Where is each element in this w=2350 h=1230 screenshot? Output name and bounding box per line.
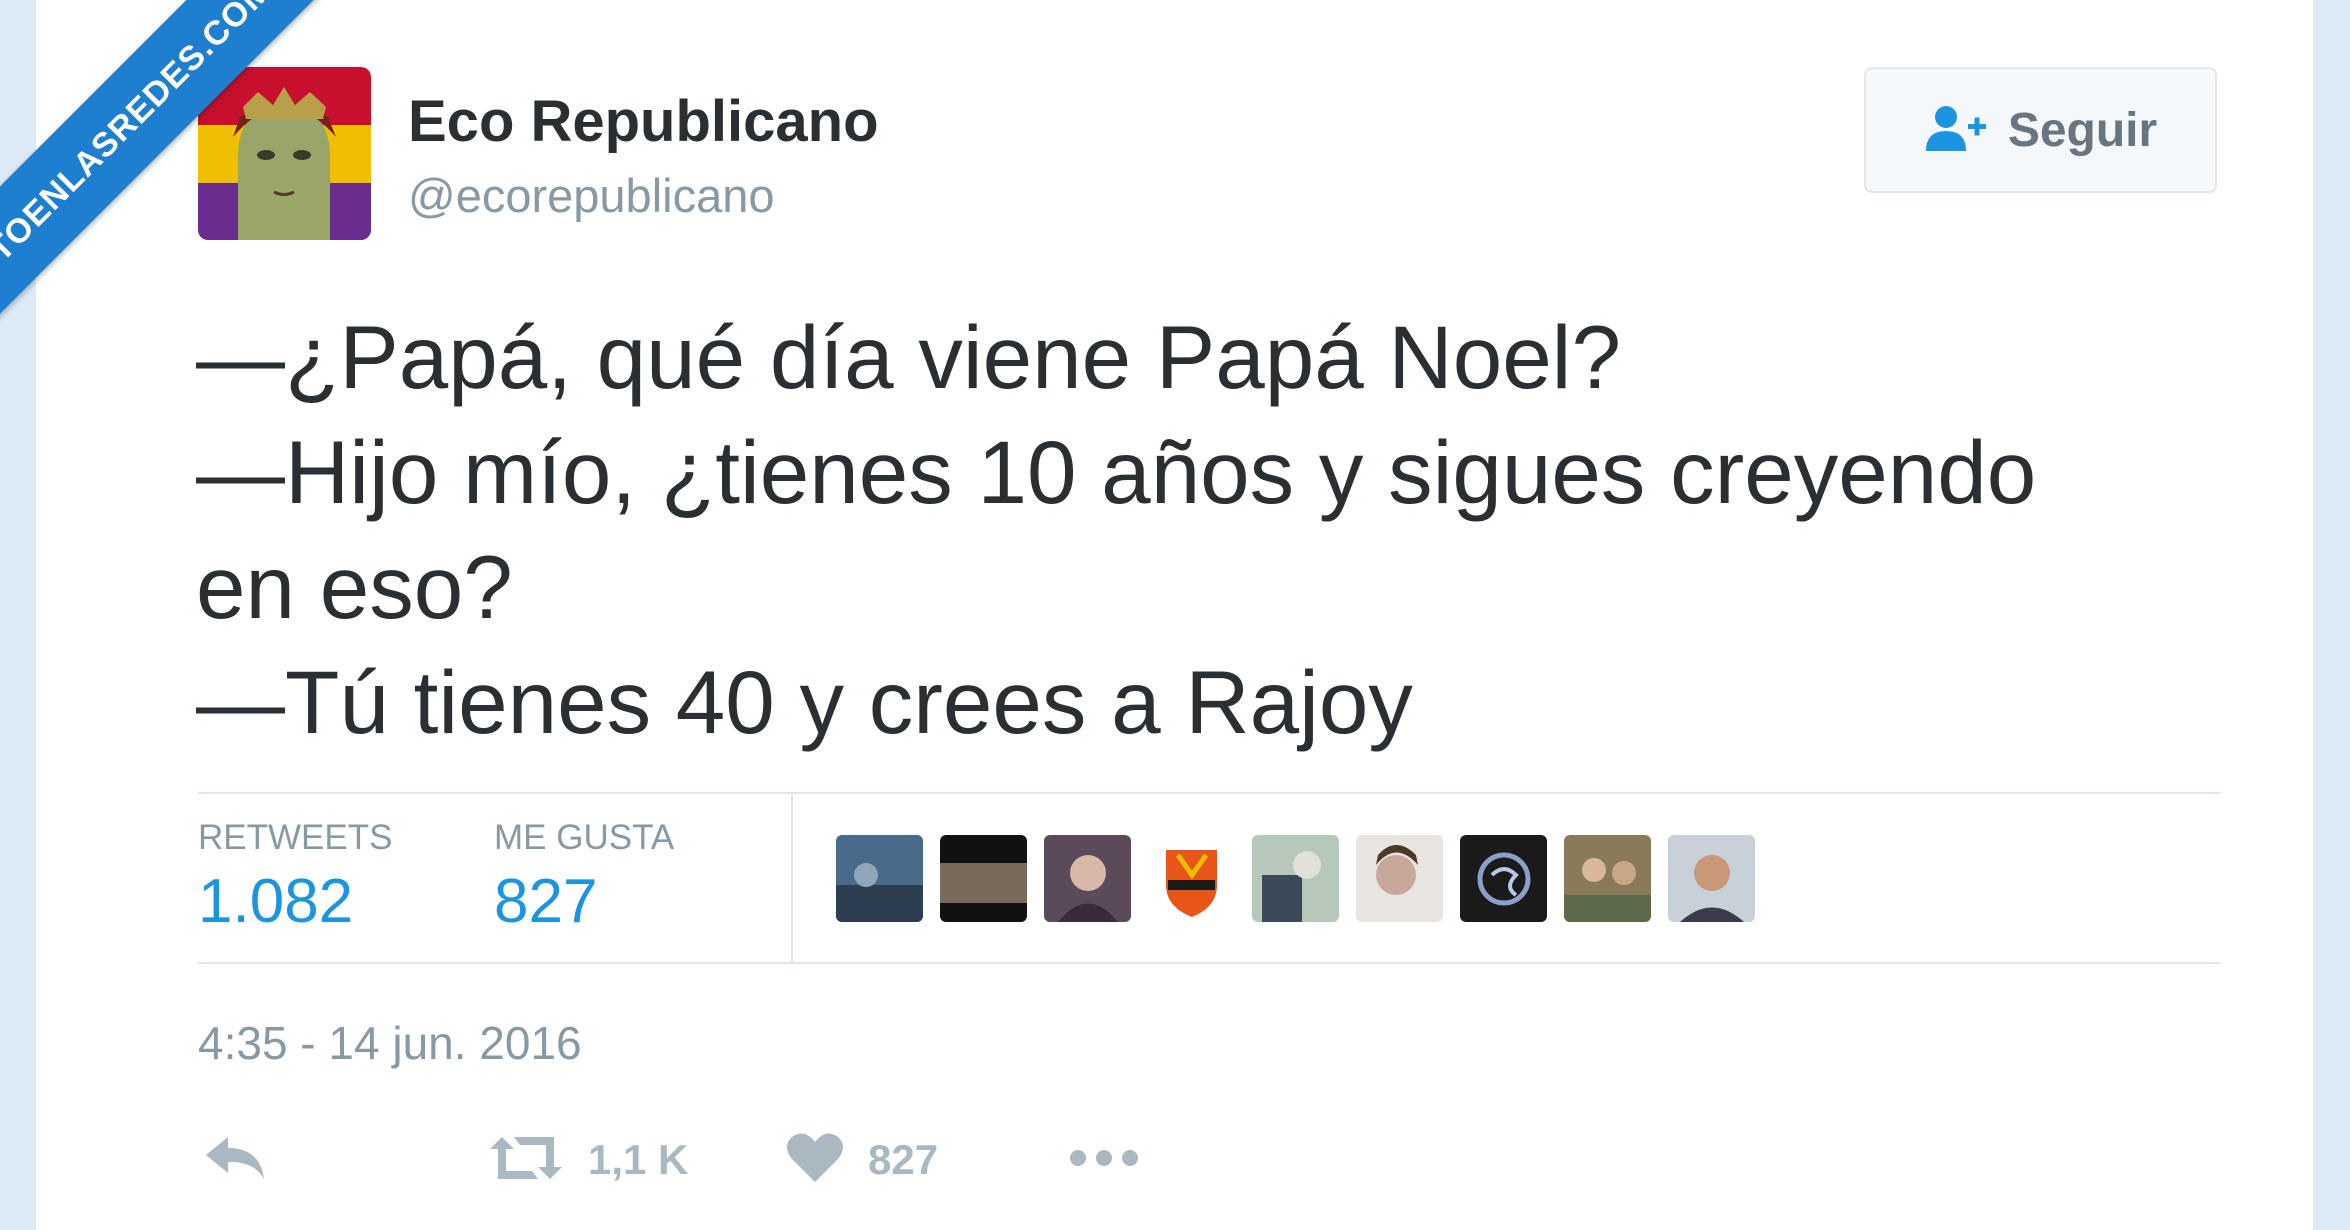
- tweet-line: —Hijo mío, ¿tienes 10 años y sigues crey…: [196, 422, 2037, 522]
- likers-avatars: [836, 835, 1755, 922]
- liker-avatar[interactable]: [1148, 835, 1235, 922]
- tweet-card: Eco Republicano @ecorepublicano Seguir —…: [36, 0, 2313, 1230]
- tweet-timestamp[interactable]: 4:35 - 14 jun. 2016: [198, 1016, 582, 1070]
- liker-avatar[interactable]: [1252, 835, 1339, 922]
- liker-avatar[interactable]: [1564, 835, 1651, 922]
- likes-label[interactable]: ME GUSTA: [494, 818, 674, 858]
- retweets-count[interactable]: 1.082: [198, 866, 353, 937]
- stats-divider-bottom: [198, 962, 2220, 964]
- liker-avatar[interactable]: [940, 835, 1027, 922]
- liker-avatar[interactable]: [836, 835, 923, 922]
- author-name[interactable]: Eco Republicano: [408, 88, 879, 155]
- like-button[interactable]: 827: [786, 1130, 938, 1190]
- follow-button-label: Seguir: [2007, 103, 2158, 157]
- retweets-label[interactable]: RETWEETS: [198, 818, 392, 858]
- retweet-count: 1,1 K: [588, 1136, 689, 1183]
- stats-divider-vertical: [791, 794, 793, 962]
- heart-icon: [786, 1132, 844, 1189]
- retweet-button[interactable]: 1,1 K: [488, 1130, 688, 1190]
- liker-avatar[interactable]: [1668, 835, 1755, 922]
- liker-avatar[interactable]: [1044, 835, 1131, 922]
- liker-avatar[interactable]: [1356, 835, 1443, 922]
- reply-icon: [204, 1135, 266, 1186]
- author-handle[interactable]: @ecorepublicano: [408, 168, 775, 223]
- more-icon: [1068, 1148, 1140, 1173]
- follow-button[interactable]: Seguir: [1864, 67, 2217, 193]
- reply-button[interactable]: [204, 1130, 266, 1190]
- tweet-line: en eso?: [196, 537, 513, 637]
- tweet-line: —¿Papá, qué día viene Papá Noel?: [196, 307, 1621, 407]
- retweet-icon: [488, 1133, 564, 1188]
- tweet-text: —¿Papá, qué día viene Papá Noel? —Hijo m…: [196, 300, 2226, 760]
- tweet-line: —Tú tienes 40 y crees a Rajoy: [196, 652, 1413, 752]
- add-user-icon: [1924, 103, 1988, 158]
- author-avatar[interactable]: [198, 67, 371, 240]
- like-count: 827: [868, 1136, 939, 1183]
- liker-avatar[interactable]: [1460, 835, 1547, 922]
- more-button[interactable]: [1068, 1130, 1140, 1190]
- likes-count[interactable]: 827: [494, 866, 597, 937]
- stats-divider-top: [198, 792, 2220, 794]
